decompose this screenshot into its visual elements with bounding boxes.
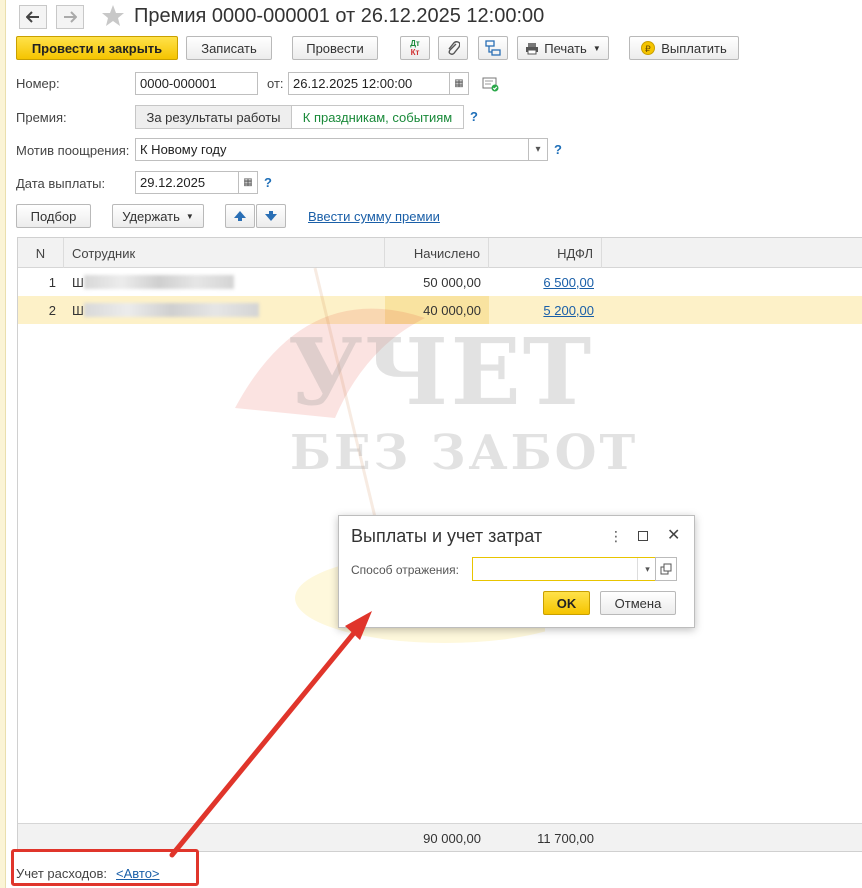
annotation-arrow [169,611,372,858]
